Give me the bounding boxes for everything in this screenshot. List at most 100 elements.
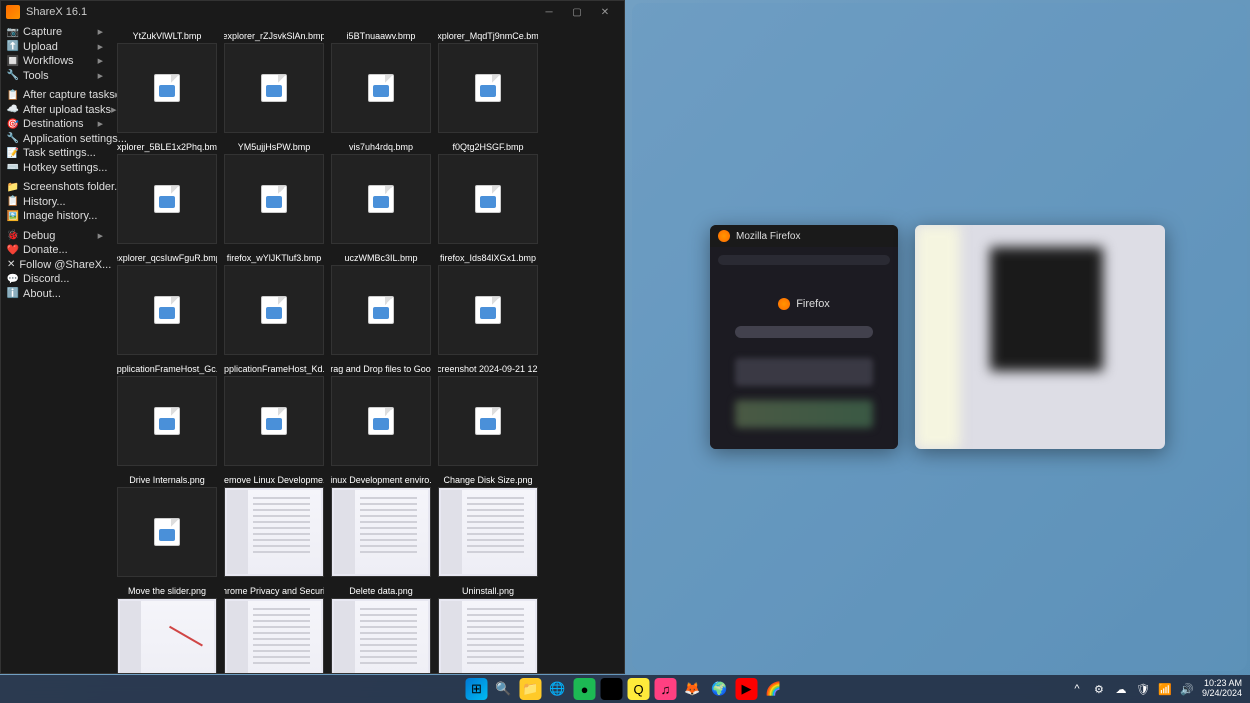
thumbnail-item[interactable]: Linux Development enviro... xyxy=(331,472,431,577)
donate-menu[interactable]: ❤️Donate... xyxy=(1,243,109,258)
screenshots-folder-menu[interactable]: 📁Screenshots folder... xyxy=(1,180,109,195)
firefox-button[interactable]: 🦊 xyxy=(682,678,704,700)
taskbar-clock[interactable]: 10:23 AM9/24/2024 xyxy=(1202,679,1242,699)
menu-label: Donate... xyxy=(23,244,68,256)
submenu-arrow-icon: ▶ xyxy=(98,43,103,51)
thumbnail-image xyxy=(438,154,538,244)
app-q-button[interactable]: Q xyxy=(628,678,650,700)
menu-label: Debug xyxy=(23,230,55,242)
app-globe-button[interactable]: 🌍 xyxy=(709,678,731,700)
snap-firefox-titlebar: Mozilla Firefox xyxy=(710,225,898,247)
snap-firefox-window[interactable]: Mozilla Firefox Firefox xyxy=(710,225,898,449)
explorer-button[interactable]: 📁 xyxy=(520,678,542,700)
snap-other-window[interactable] xyxy=(915,225,1165,449)
search-button[interactable]: 🔍 xyxy=(493,678,515,700)
thumbnail-item[interactable]: ApplicationFrameHost_Kd... xyxy=(224,361,324,466)
thumbnail-label: Remove Linux Developme... xyxy=(224,472,324,487)
thumbnail-item[interactable]: f0Qtg2HSGF.bmp xyxy=(438,139,538,244)
tools-menu[interactable]: 🔧Tools▶ xyxy=(1,69,109,84)
thumbnail-item[interactable]: uczWMBc3IL.bmp xyxy=(331,250,431,355)
after-upload-menu[interactable]: ☁️After upload tasks▶ xyxy=(1,103,109,118)
thumbnail-image xyxy=(117,487,217,577)
menu-icon: 💬 xyxy=(7,273,19,285)
thumbnail-item[interactable]: Delete data.png xyxy=(331,583,431,673)
minimize-button[interactable]: ─ xyxy=(535,2,563,22)
menu-icon: ⬆️ xyxy=(7,41,19,53)
thumbnail-image xyxy=(224,598,324,673)
menu-icon: ⌨️ xyxy=(7,162,19,174)
destinations-menu[interactable]: 🎯Destinations▶ xyxy=(1,117,109,132)
edge-button[interactable]: 🌐 xyxy=(547,678,569,700)
thumbnail-image xyxy=(224,265,324,355)
thumbnail-item[interactable]: Screenshot 2024-09-21 12... xyxy=(438,361,538,466)
thumbnail-label: Drive Internals.png xyxy=(117,472,217,487)
after-capture-menu[interactable]: 📋After capture tasks▶ xyxy=(1,88,109,103)
thumbnail-item[interactable]: vis7uh4rdq.bmp xyxy=(331,139,431,244)
thumbnail-label: explorer_5BLE1x2Phq.bmp xyxy=(117,139,217,154)
hotkey-settings-menu[interactable]: ⌨️ Hotkey settings... xyxy=(1,161,109,176)
thumbnail-item[interactable]: Drag and Drop files to Goo... xyxy=(331,361,431,466)
thumbnail-item[interactable]: firefox_wYlJKTluf3.bmp xyxy=(224,250,324,355)
taskbar: ⊞🔍📁🌐●aQ♫🦊🌍▶🌈 ^ ⚙ ☁ 🛡 📶 🔊 10:23 AM9/24/2024 xyxy=(0,675,1250,703)
about-menu[interactable]: ℹ️About... xyxy=(1,287,109,302)
capture-menu[interactable]: 📷Capture▶ xyxy=(1,25,109,40)
bmp-file-icon xyxy=(475,185,501,213)
upload-menu[interactable]: ⬆️Upload▶ xyxy=(1,40,109,55)
thumbnail-item[interactable]: YtZukVlWLT.bmp xyxy=(117,28,217,133)
app-a-button[interactable]: a xyxy=(601,678,623,700)
thumbnail-item[interactable]: Move the slider.png xyxy=(117,583,217,673)
firefox-search xyxy=(735,326,873,338)
menu-label: Discord... xyxy=(23,273,69,285)
thumbnail-item[interactable]: explorer_5BLE1x2Phq.bmp xyxy=(117,139,217,244)
thumbnail-item[interactable]: explorer_rZJsvkSlAn.bmp xyxy=(224,28,324,133)
bmp-file-icon xyxy=(261,185,287,213)
titlebar[interactable]: ShareX 16.1 ─ ▢ ✕ xyxy=(1,1,624,23)
thumbnail-item[interactable]: firefox_Ids84lXGx1.bmp xyxy=(438,250,538,355)
menu-icon: 🖼️ xyxy=(7,210,19,222)
workflows-menu[interactable]: 🔲Workflows▶ xyxy=(1,54,109,69)
window-title: ShareX 16.1 xyxy=(26,6,87,18)
thumbnail-label: explorer_MqdTj9nmCe.bmp xyxy=(438,28,538,43)
menu-label: Application settings... xyxy=(23,133,127,145)
thumbnail-label: Change Disk Size.png xyxy=(438,472,538,487)
debug-menu[interactable]: 🐞Debug▶ xyxy=(1,229,109,244)
thumbnail-item[interactable]: ApplicationFrameHost_Gc... xyxy=(117,361,217,466)
image-history-menu[interactable]: 🖼️Image history... xyxy=(1,209,109,224)
spotify-button[interactable]: ● xyxy=(574,678,596,700)
submenu-arrow-icon: ▶ xyxy=(111,106,116,114)
bmp-file-icon xyxy=(368,407,394,435)
maximize-button[interactable]: ▢ xyxy=(563,2,591,22)
thumbnail-item[interactable]: explorer_MqdTj9nmCe.bmp xyxy=(438,28,538,133)
tray-settings[interactable]: ⚙ xyxy=(1092,682,1106,696)
submenu-arrow-icon: ▶ xyxy=(98,232,103,240)
thumbnail-item[interactable]: Change Disk Size.png xyxy=(438,472,538,577)
menu-label: Hotkey settings... xyxy=(23,162,107,174)
tray-security[interactable]: 🛡 xyxy=(1136,682,1150,696)
discord-menu[interactable]: 💬 Discord... xyxy=(1,272,109,287)
youtube-button[interactable]: ▶ xyxy=(736,678,758,700)
thumbnail-item[interactable]: Remove Linux Developme... xyxy=(224,472,324,577)
tray-volume[interactable]: 🔊 xyxy=(1180,682,1194,696)
thumbnail-item[interactable]: Drive Internals.png xyxy=(117,472,217,577)
task-settings-menu[interactable]: 📝Task settings... xyxy=(1,146,109,161)
thumbnail-item[interactable]: YM5ujjHsPW.bmp xyxy=(224,139,324,244)
thumbnail-item[interactable]: Uninstall.png xyxy=(438,583,538,673)
thumbnail-item[interactable]: explorer_qcsIuwFguR.bmp xyxy=(117,250,217,355)
thumbnail-item[interactable]: i5BTnuaawv.bmp xyxy=(331,28,431,133)
app-settings-menu[interactable]: 🔧Application settings... xyxy=(1,132,109,147)
history-menu[interactable]: 📋History... xyxy=(1,195,109,210)
tray-expand[interactable]: ^ xyxy=(1070,682,1084,696)
other-preview xyxy=(915,225,1165,449)
follow-menu[interactable]: ✕Follow @ShareX... xyxy=(1,258,109,273)
submenu-arrow-icon: ▶ xyxy=(98,57,103,65)
tray-onedrive[interactable]: ☁ xyxy=(1114,682,1128,696)
thumbnail-item[interactable]: Chrome Privacy and Securi... xyxy=(224,583,324,673)
thumbnail-label: ApplicationFrameHost_Kd... xyxy=(224,361,324,376)
menu-label: About... xyxy=(23,288,61,300)
music-button[interactable]: ♫ xyxy=(655,678,677,700)
close-button[interactable]: ✕ xyxy=(591,2,619,22)
start-button[interactable]: ⊞ xyxy=(466,678,488,700)
chrome-button[interactable]: 🌈 xyxy=(763,678,785,700)
submenu-arrow-icon: ▶ xyxy=(98,72,103,80)
tray-wifi[interactable]: 📶 xyxy=(1158,682,1172,696)
